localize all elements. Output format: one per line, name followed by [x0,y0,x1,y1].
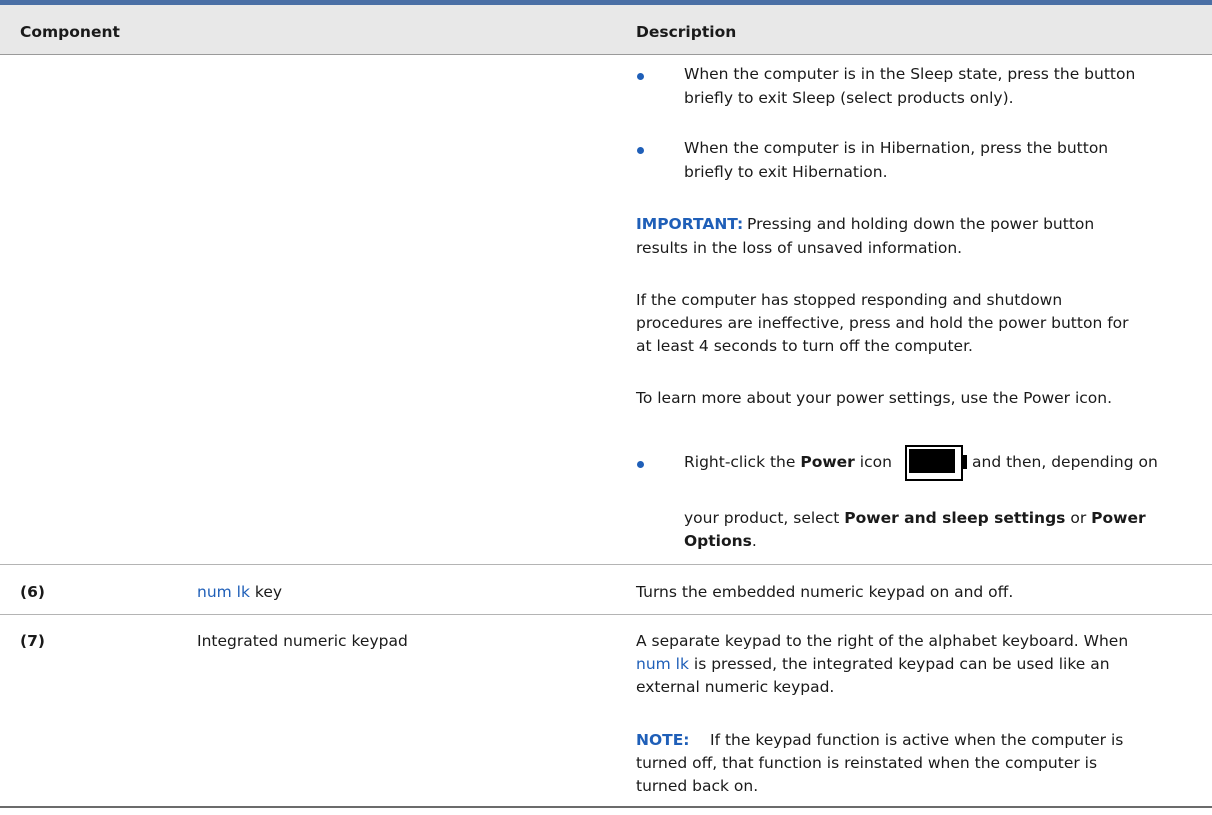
select-pre: your product, select [684,509,840,527]
header-component: Component [20,23,120,41]
battery-fill [909,449,955,473]
note-line1: If the keypad function is active when th… [710,731,1124,749]
important-label: IMPORTANT: [636,215,744,233]
power-term: Power [800,453,855,471]
row6-component: num lk key [197,581,282,603]
row7-desc-line3: external numeric keypad. [636,678,835,696]
note-line3: turned back on. [636,777,759,795]
row6-description: Turns the embedded numeric keypad on and… [636,583,1014,601]
num-lk-key-name: num lk [636,655,689,673]
note-line2: turned off, that function is reinstated … [636,754,1098,772]
select-line2: Options. [684,530,757,552]
select-option-1: Power and sleep settings [844,509,1066,527]
right-click-post: and then, depending on [972,453,1158,471]
right-click-line: Right-click the Power icon [684,451,892,473]
row7-component: Integrated numeric keypad [197,632,408,650]
learn-more-text: To learn more about your power settings,… [636,389,1113,407]
bullet-sleep-line2: briefly to exit Sleep (select products o… [684,89,1014,107]
row7-desc-line2: num lk is pressed, the integrated keypad… [636,653,1110,675]
table-bottom-rule [0,806,1212,808]
table-header-row: Component Description [0,5,1212,55]
battery-tip [963,455,967,469]
icon-word: icon [859,453,892,471]
row7-desc-line1: A separate keypad to the right of the al… [636,632,1129,650]
row-divider [0,614,1212,615]
row6-number: (6) [20,583,45,601]
stopped-line1: If the computer has stopped responding a… [636,291,1063,309]
header-description: Description [636,23,737,41]
bullet-hibernation-line1: When the computer is in Hibernation, pre… [684,139,1109,157]
key-suffix: key [254,583,283,601]
num-lk-key-name: num lk [197,583,250,601]
important-line2: results in the loss of unsaved informati… [636,239,963,257]
bullet-sleep-line1: When the computer is in the Sleep state,… [684,65,1136,83]
battery-icon [905,445,969,481]
bullet-hibernation-line2: briefly to exit Hibernation. [684,163,888,181]
stopped-line2: procedures are ineffective, press and ho… [636,314,1129,332]
bullet-icon [637,73,644,80]
select-or: or [1070,509,1087,527]
right-click-pre: Right-click the [684,453,796,471]
row7-desc-line2-rest: is pressed, the integrated keypad can be… [693,655,1110,673]
row7-number: (7) [20,632,45,650]
select-option-2b: Options [684,532,752,550]
select-line1: your product, select Power and sleep set… [684,507,1146,529]
important-line1: Pressing and holding down the power butt… [747,215,1095,233]
note-label: NOTE: [636,731,690,749]
bullet-icon [637,147,644,154]
select-option-2a: Power [1091,509,1146,527]
select-period: . [751,532,757,550]
stopped-line3: at least 4 seconds to turn off the compu… [636,337,973,355]
row-divider [0,564,1212,565]
bullet-icon [637,461,644,468]
